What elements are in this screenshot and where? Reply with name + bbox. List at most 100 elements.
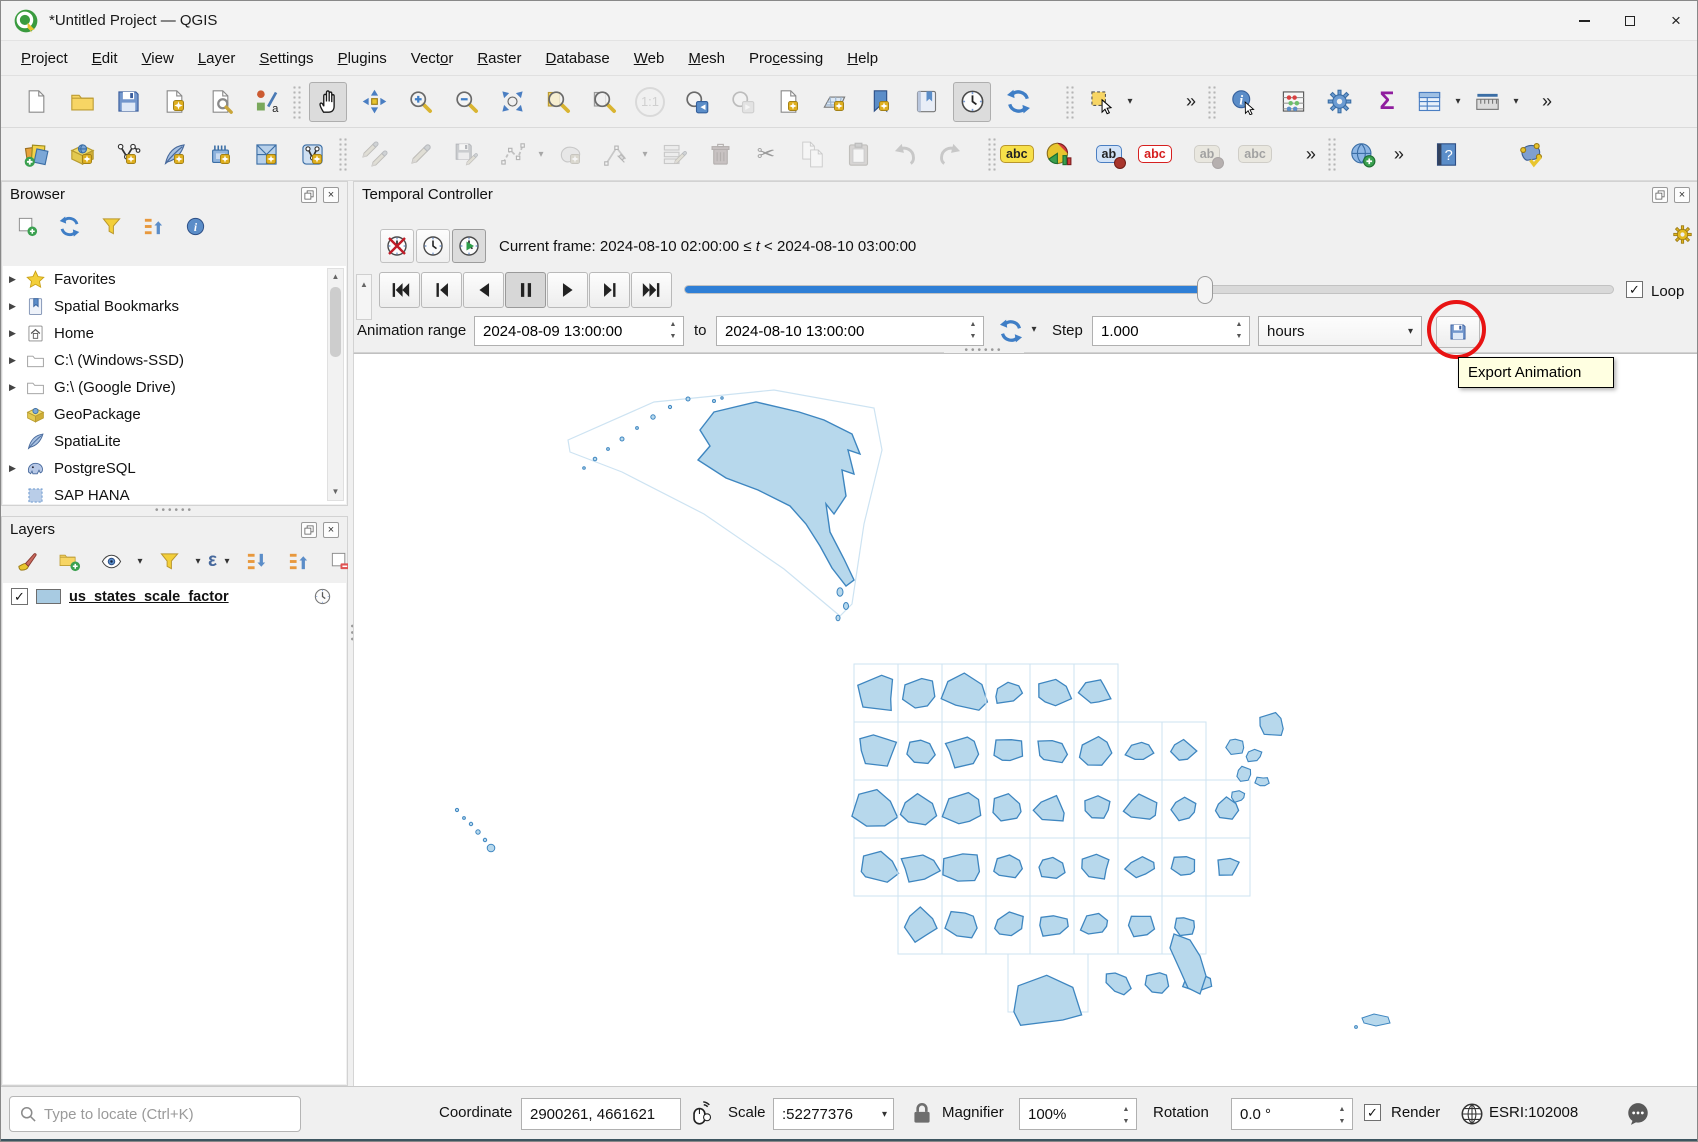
zoom-last-button[interactable] (677, 82, 715, 122)
collapse-all-layers-button[interactable] (283, 546, 313, 576)
show-spatial-bookmarks-button[interactable] (907, 82, 945, 122)
select-features-dropdown[interactable]: ▾ (1124, 96, 1136, 107)
menu-database[interactable]: Database (534, 45, 622, 72)
add-group-button[interactable] (54, 546, 84, 576)
close-panel-button[interactable]: × (1674, 187, 1690, 203)
toolbar-overflow-button[interactable]: » (1386, 144, 1412, 165)
messages-icon[interactable] (1625, 1101, 1651, 1127)
identify-features-button[interactable] (1224, 82, 1262, 122)
toolbar-grip[interactable] (1207, 85, 1217, 119)
expander-icon[interactable]: ▶ (9, 301, 25, 312)
properties-widget-button[interactable] (180, 211, 210, 241)
temporal-navigation-off-button[interactable] (380, 229, 414, 263)
browser-item-favorites[interactable]: ▶Favorites (3, 266, 346, 293)
set-range-dropdown[interactable]: ▾ (1028, 324, 1040, 335)
step-value-input[interactable] (1101, 323, 1249, 340)
zoom-to-selection-button[interactable] (539, 82, 577, 122)
pan-map-button[interactable] (309, 82, 347, 122)
browser-item-home[interactable]: ▶Home (3, 320, 346, 347)
collapse-all-button[interactable] (138, 211, 168, 241)
locator-box[interactable] (9, 1096, 301, 1132)
new-shapefile-layer-button[interactable] (109, 134, 147, 174)
new-project-button[interactable] (17, 82, 55, 122)
float-panel-button[interactable] (1652, 187, 1668, 203)
magnifier-field[interactable]: 100% ▲▼ (1019, 1098, 1137, 1130)
new-mesh-layer-button[interactable] (247, 134, 285, 174)
menu-project[interactable]: Project (9, 45, 80, 72)
coordinate-field[interactable]: 2900261, 4661621 (521, 1098, 681, 1130)
animated-navigation-button[interactable] (452, 229, 486, 263)
filter-legend-dropdown[interactable]: ▾ (192, 556, 204, 567)
menu-mesh[interactable]: Mesh (676, 45, 737, 72)
menu-layer[interactable]: Layer (186, 45, 248, 72)
data-source-manager-button[interactable] (17, 134, 55, 174)
next-frame-button[interactable] (589, 272, 630, 308)
menu-vector[interactable]: Vector (399, 45, 466, 72)
new-virtual-layer-button[interactable] (293, 134, 331, 174)
rotation-field[interactable]: 0.0 ° ▲▼ (1231, 1098, 1353, 1130)
processing-toolbox-button[interactable] (1320, 82, 1358, 122)
open-attribute-table-button[interactable] (1410, 82, 1448, 122)
expander-icon[interactable]: ▶ (9, 382, 25, 393)
fast-forward-button[interactable] (631, 272, 672, 308)
save-project-button[interactable] (109, 82, 147, 122)
step-value-field[interactable]: ▲▼ (1092, 316, 1250, 346)
new-3d-map-view-button[interactable] (815, 82, 853, 122)
float-panel-button[interactable] (301, 522, 317, 538)
panel-scroll-up[interactable]: ▲ (356, 274, 372, 320)
range-end-spinner[interactable]: ▲▼ (966, 319, 980, 342)
crs-globe-icon[interactable] (1459, 1101, 1485, 1127)
measure-dropdown[interactable]: ▾ (1510, 96, 1522, 107)
expander-icon[interactable]: ▶ (9, 328, 25, 339)
range-end-field[interactable]: ▲▼ (716, 316, 984, 346)
zoom-full-button[interactable] (493, 82, 531, 122)
manage-map-themes-button[interactable] (96, 546, 126, 576)
new-memory-layer-button[interactable] (201, 134, 239, 174)
show-layout-manager-button[interactable] (201, 82, 239, 122)
measure-button[interactable] (1468, 82, 1506, 122)
metasearch-button[interactable] (1344, 134, 1382, 174)
map-canvas[interactable] (353, 353, 1698, 1086)
toolbar-grip[interactable] (1327, 137, 1337, 171)
new-spatialite-layer-button[interactable] (155, 134, 193, 174)
style-manager-button[interactable] (247, 82, 285, 122)
zoom-to-layer-button[interactable] (585, 82, 623, 122)
pin-labels-button[interactable]: ab (1096, 145, 1123, 163)
scroll-down-icon[interactable]: ▼ (328, 484, 343, 500)
add-selected-layers-button[interactable] (12, 211, 42, 241)
zoom-out-button[interactable] (447, 82, 485, 122)
play-backward-button[interactable] (463, 272, 504, 308)
time-slider-handle[interactable] (1197, 276, 1213, 304)
range-start-input[interactable] (483, 323, 683, 340)
new-map-view-button[interactable] (769, 82, 807, 122)
temporal-settings-gear-icon[interactable] (1672, 224, 1693, 245)
scroll-up-icon[interactable]: ▲ (328, 269, 343, 285)
layer-diagram-button[interactable] (1040, 134, 1078, 174)
layer-styling-button[interactable] (12, 546, 42, 576)
browser-item-c-windows-ssd-[interactable]: ▶C:\ (Windows-SSD) (3, 347, 346, 374)
previous-frame-button[interactable] (421, 272, 462, 308)
open-project-button[interactable] (63, 82, 101, 122)
toolbar-overflow-button[interactable]: » (1178, 91, 1204, 112)
toolbar-overflow-button[interactable]: » (1534, 91, 1560, 112)
magnifier-spinner[interactable]: ▲▼ (1119, 1104, 1133, 1127)
float-panel-button[interactable] (301, 187, 317, 203)
show-statistics-button[interactable]: Σ (1370, 87, 1404, 116)
layer-visibility-checkbox[interactable]: ✓ (11, 588, 28, 605)
range-start-spinner[interactable]: ▲▼ (666, 319, 680, 342)
temporal-controller-button[interactable] (953, 82, 991, 122)
browser-item-geopackage[interactable]: GeoPackage (3, 401, 346, 428)
menu-processing[interactable]: Processing (737, 45, 835, 72)
geometry-checker-button[interactable] (1512, 134, 1550, 174)
render-checkbox[interactable]: ✓ (1364, 1104, 1381, 1121)
scrollbar-thumb[interactable] (330, 287, 341, 357)
select-features-button[interactable] (1082, 82, 1120, 122)
new-geopackage-layer-button[interactable] (63, 134, 101, 174)
step-spinner[interactable]: ▲▼ (1232, 319, 1246, 342)
zoom-in-button[interactable] (401, 82, 439, 122)
layer-item[interactable]: ✓ us_states_scale_factor (3, 583, 346, 610)
attribute-table-dropdown[interactable]: ▾ (1452, 96, 1464, 107)
menu-help[interactable]: Help (835, 45, 890, 72)
time-slider[interactable] (684, 285, 1614, 294)
step-unit-combo[interactable]: hours ▾ (1258, 316, 1422, 346)
